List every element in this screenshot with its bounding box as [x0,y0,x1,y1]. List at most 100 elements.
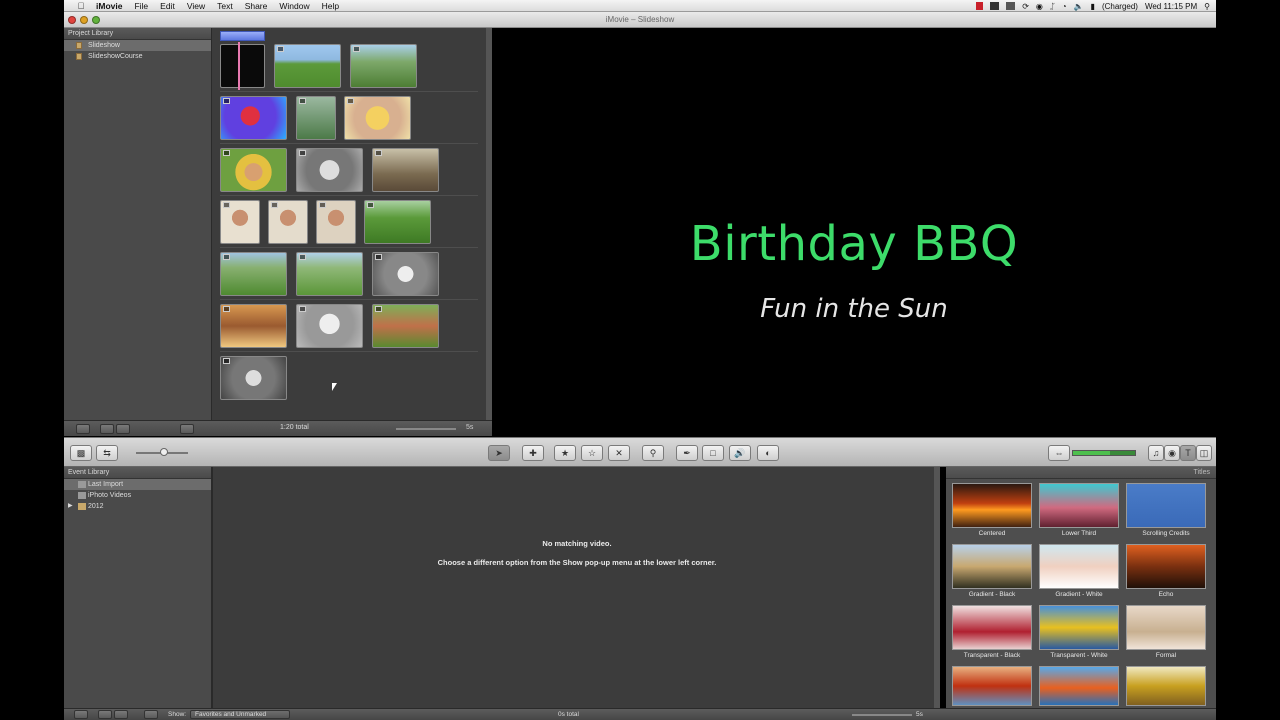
disclosure-triangle-icon[interactable]: ▶ [68,501,73,512]
title-style-lower-third[interactable] [1039,483,1119,528]
status-bar: Show: Favorites and Unmarked 0s total 5s [64,708,1216,720]
play-button[interactable] [116,424,130,434]
reject-button[interactable]: ✕ [608,445,630,461]
menu-app[interactable]: iMovie [96,1,122,11]
menu-share[interactable]: Share [245,1,268,11]
video-clip[interactable] [268,200,308,244]
bluetooth-icon[interactable]: ᛢ [1050,2,1055,11]
add-to-project-button[interactable]: ✚ [522,445,544,461]
video-clip[interactable] [344,96,411,140]
switch-view-button[interactable]: ⇔ [1048,445,1070,461]
title-style-thumbnail[interactable] [1039,666,1119,706]
project-item-slideshow[interactable]: Slideshow [64,40,211,51]
menu-view[interactable]: View [187,1,205,11]
swap-button[interactable]: ⇆ [96,445,118,461]
show-label: Show: [168,711,187,718]
zoom-window-button[interactable] [92,16,100,24]
add-project-button[interactable] [180,424,194,434]
title-style-gradient-white[interactable] [1039,544,1119,589]
status-red-icon[interactable] [976,2,984,10]
clip-row [220,354,478,404]
title-style-thumbnail[interactable] [952,666,1032,706]
video-clip[interactable] [296,148,363,192]
event-zoom-slider[interactable] [852,714,912,716]
eye-icon[interactable]: ◉ [1036,2,1043,11]
spotlight-icon[interactable]: ⚲ [1204,2,1210,11]
title-style-echo[interactable] [1126,544,1206,589]
camera-import-button[interactable]: ▩ [70,445,92,461]
menu-help[interactable]: Help [322,1,339,11]
video-clip[interactable] [350,44,417,88]
crop-button[interactable]: □ [702,445,724,461]
menu-extra-icon[interactable] [1006,2,1016,10]
playhead-marker[interactable] [220,31,265,41]
project-library-heading: Project Library [64,28,211,40]
title-style-scrolling-credits[interactable] [1126,483,1206,528]
transitions-browser-button[interactable]: ◫ [1196,445,1212,461]
search-event-button[interactable] [144,710,158,719]
clock[interactable]: Wed 11:15 PM [1145,2,1197,11]
menu-file[interactable]: File [134,1,148,11]
play-event-button[interactable] [114,710,128,719]
titles-browser-button[interactable]: T [1180,445,1196,461]
video-clip[interactable] [316,200,356,244]
video-clip[interactable] [220,304,287,348]
video-clip[interactable] [220,252,287,296]
music-browser-button[interactable]: ♫ [1148,445,1164,461]
title-style-thumbnail[interactable] [1126,666,1206,706]
project-browser [212,28,492,420]
title-style-centered[interactable] [952,483,1032,528]
video-clip[interactable] [364,200,431,244]
play-event-fullscreen-button[interactable] [98,710,112,719]
title-style-formal[interactable] [1126,605,1206,650]
menu-edit[interactable]: Edit [160,1,175,11]
minimize-window-button[interactable] [80,16,88,24]
video-clip[interactable] [220,356,287,400]
select-tool-button[interactable]: ➤ [488,445,510,461]
time-machine-icon[interactable]: ⟳ [1022,2,1029,11]
video-clip[interactable] [220,200,260,244]
event-item-2012[interactable]: ▶ 2012 [64,501,211,512]
video-clip[interactable] [220,148,287,192]
zoom-value: 5s [466,424,474,431]
video-clip[interactable] [372,148,439,192]
volume-icon[interactable]: 🔈 [1074,2,1084,11]
unmark-button[interactable]: ☆ [581,445,603,461]
title-style-transparent-black[interactable] [952,605,1032,650]
title-style-transparent-white[interactable] [1039,605,1119,650]
project-item-slideshowcourse[interactable]: SlideshowCourse [64,51,211,62]
dropper-tool-button[interactable]: ✒ [676,445,698,461]
video-clip[interactable] [296,252,363,296]
keyword-button[interactable]: ⚲ [642,445,664,461]
video-clip[interactable] [296,96,336,140]
zoom-slider[interactable] [396,428,456,430]
menu-text[interactable]: Text [217,1,233,11]
video-clip[interactable] [220,96,287,140]
video-clip[interactable] [274,44,341,88]
close-window-button[interactable] [68,16,76,24]
show-popup-value: Favorites and Unmarked [195,711,267,718]
library-toggle-button[interactable] [76,424,90,434]
show-popup-menu[interactable]: Favorites and Unmarked [190,710,290,719]
audio-button[interactable]: 🔊 [729,445,751,461]
video-clip[interactable] [372,304,439,348]
play-fullscreen-button[interactable] [100,424,114,434]
wifi-icon[interactable]: ◔ [1062,2,1067,11]
event-item-iphoto-videos[interactable]: iPhoto Videos [64,490,211,501]
slider-knob[interactable] [160,448,168,456]
title-clip[interactable] [220,44,265,88]
inspector-button[interactable]: ◐ [757,445,779,461]
project-total: 1:20 total [280,424,309,431]
favorite-button[interactable]: ★ [554,445,576,461]
menu-window[interactable]: Window [279,1,309,11]
photo-browser-button[interactable]: ◉ [1164,445,1180,461]
event-item-last-import[interactable]: Last Import [64,479,211,490]
video-clip[interactable] [296,304,363,348]
title-style-gradient-black[interactable] [952,544,1032,589]
battery-icon[interactable]: ▮ [1091,2,1095,11]
project-bottom-bar: 1:20 total 5s [64,420,492,436]
event-library-toggle-button[interactable] [74,710,88,719]
apple-menu-icon[interactable]:  [74,1,88,11]
grid-icon[interactable] [990,2,1000,10]
video-clip[interactable] [372,252,439,296]
